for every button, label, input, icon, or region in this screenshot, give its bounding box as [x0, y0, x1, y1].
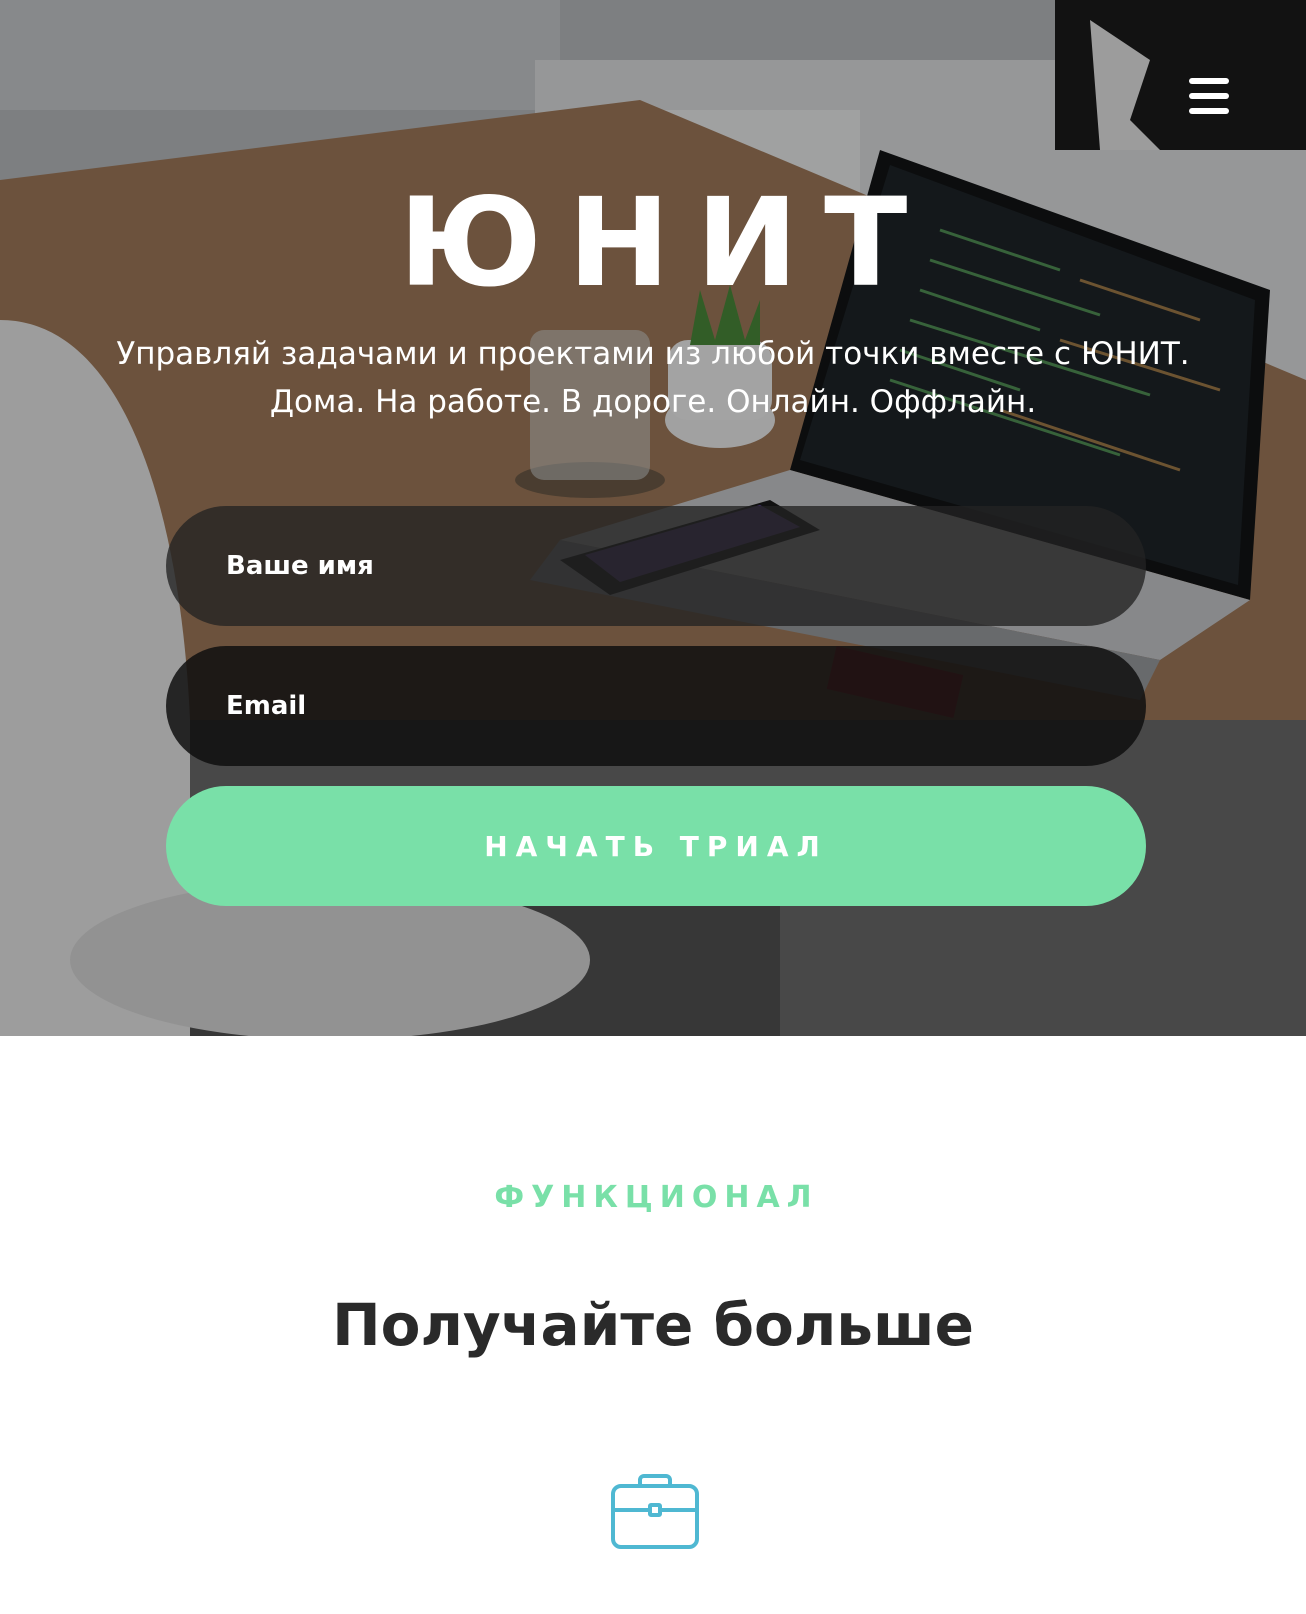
features-title: Получайте больше — [332, 1291, 974, 1359]
tagline-line-2: Дома. На работе. В дороге. Онлайн. Оффла… — [269, 384, 1037, 420]
email-input-placeholder: Email — [226, 691, 307, 721]
briefcase-icon — [611, 1474, 699, 1549]
features-eyebrow: ФУНКЦИОНАЛ — [494, 1180, 819, 1215]
email-input[interactable]: Email — [166, 646, 1146, 766]
hamburger-menu-icon[interactable] — [1186, 76, 1232, 116]
tagline-line-1: Управляй задачами и проектами из любой т… — [116, 336, 1190, 372]
start-trial-button[interactable]: НАЧАТЬ ТРИАЛ — [166, 786, 1146, 906]
name-input[interactable]: Ваше имя — [166, 506, 1146, 626]
brand-title: ЮНИТ — [398, 172, 934, 314]
hero-tagline: Управляй задачами и проектами из любой т… — [0, 330, 1306, 426]
hero-section: ЮНИТ Управляй задачами и проектами из лю… — [0, 0, 1306, 1036]
name-input-placeholder: Ваше имя — [226, 551, 374, 581]
